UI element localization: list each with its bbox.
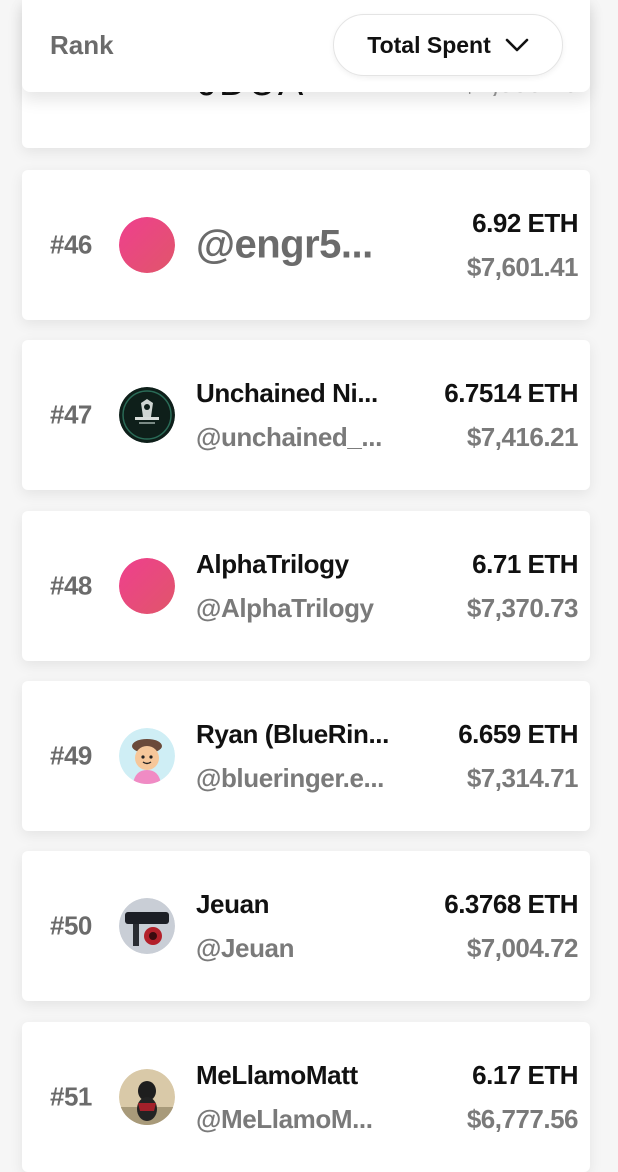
avatar	[119, 217, 175, 273]
rank-number: #47	[50, 399, 92, 430]
rank-number: #46	[50, 229, 92, 260]
chevron-down-icon	[505, 38, 529, 52]
usd-amount: $7,314.71	[466, 763, 579, 793]
eth-amount: 6.659 ETH	[458, 719, 578, 749]
display-name: Ryan (BlueRin...	[196, 719, 389, 749]
collector-row[interactable]: #50 Jeuan @Jeuan 6.3768 ETH $7,004.72	[22, 851, 590, 1001]
handle: @AlphaTrilogy	[196, 593, 374, 623]
eth-amount: 6.71 ETH	[472, 549, 578, 579]
display-name: Unchained Ni...	[196, 378, 378, 408]
handle: @blueringer.e...	[196, 763, 385, 793]
collector-row[interactable]: #51 MeLlamoMatt @MeLlamoM... 6.17 ETH $6…	[22, 1022, 590, 1172]
usd-amount: $7,601.41	[466, 252, 579, 282]
avatar	[119, 387, 175, 443]
rank-column-label: Rank	[50, 30, 114, 60]
eth-amount: 6.3768 ETH	[444, 889, 578, 919]
eth-amount: 6.92 ETH	[472, 208, 578, 238]
usd-amount: $7,416.21	[466, 422, 579, 452]
handle: @unchained_...	[196, 422, 382, 452]
avatar	[119, 898, 175, 954]
display-name: MeLlamoMatt	[196, 1060, 358, 1090]
rank-number: #49	[50, 740, 92, 771]
usd-amount: $7,370.73	[466, 593, 579, 623]
avatar	[119, 728, 175, 784]
avatar	[119, 558, 175, 614]
display-name: AlphaTrilogy	[196, 549, 349, 579]
handle: @MeLlamoM...	[196, 1104, 373, 1134]
eth-amount: 6.7514 ETH	[444, 378, 578, 408]
collector-row[interactable]: #46 @engr5... 6.92 ETH $7,601.41	[22, 170, 590, 320]
eth-amount: 6.17 ETH	[472, 1060, 578, 1090]
rank-number: #51	[50, 1081, 92, 1112]
usd-amount: $6,777.56	[466, 1104, 579, 1134]
avatar	[119, 1069, 175, 1125]
sort-label: Total Spent	[367, 31, 491, 58]
leaderboard-header: Rank Total Spent	[22, 0, 590, 92]
sort-dropdown[interactable]: Total Spent	[333, 14, 563, 76]
usd-amount: $7,004.72	[466, 933, 579, 963]
handle: @Jeuan	[196, 933, 295, 963]
collector-row[interactable]: #48 AlphaTrilogy @AlphaTrilogy 6.71 ETH …	[22, 511, 590, 661]
rank-number: #50	[50, 910, 92, 941]
handle: @engr5...	[196, 222, 373, 267]
display-name: Jeuan	[196, 889, 270, 919]
rank-number: #48	[50, 570, 92, 601]
collector-row[interactable]: #49 Ryan (BlueRin... @blueringer.e... 6.…	[22, 681, 590, 831]
collector-row[interactable]: #47 Unchained Ni... @unchained_... 6.751…	[22, 340, 590, 490]
